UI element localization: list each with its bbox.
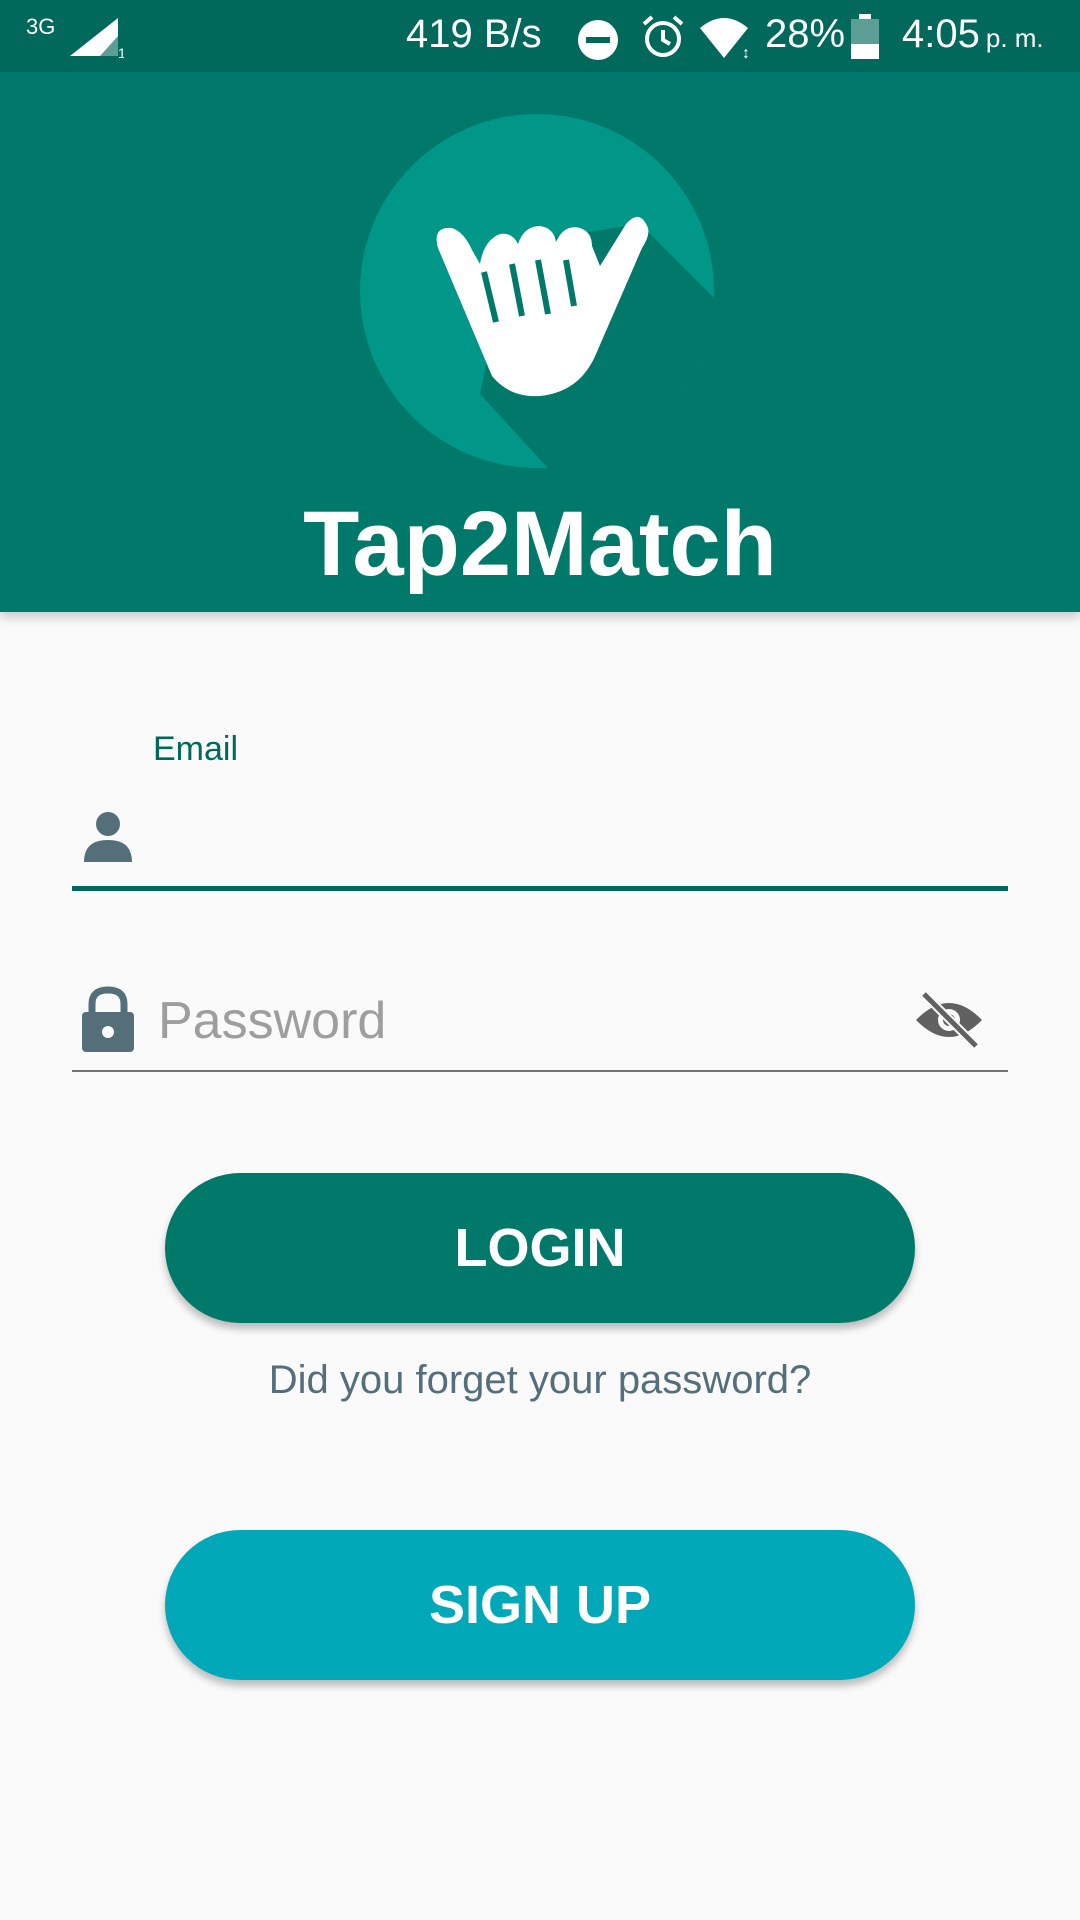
lock-icon — [80, 986, 136, 1059]
login-button[interactable]: LOGIN — [165, 1173, 915, 1323]
alarm-icon — [640, 14, 686, 65]
email-input[interactable] — [150, 800, 994, 882]
battery-icon — [850, 14, 880, 65]
app-title: Tap2Match — [303, 493, 777, 595]
password-input[interactable] — [156, 980, 900, 1062]
clock: 4:05 p. m. — [902, 12, 1044, 57]
battery-percentage: 28% — [765, 12, 846, 56]
status-bar: 3G 1 419 B/s ↕ 28% 4:05 p. m. — [0, 0, 1080, 72]
clock-ampm: p. m. — [985, 23, 1044, 53]
dnd-icon — [576, 18, 620, 67]
network-type: 3G — [26, 14, 56, 39]
app-header: Tap2Match — [0, 72, 1080, 612]
network-speed: 419 B/s — [406, 12, 542, 56]
signup-button[interactable]: SIGN UP — [165, 1530, 915, 1680]
shaka-hand-icon — [360, 114, 720, 479]
password-underline — [72, 1070, 1008, 1072]
forgot-password-link[interactable]: Did you forget your password? — [0, 1358, 1080, 1403]
svg-text:↕: ↕ — [742, 45, 750, 60]
email-label: Email — [153, 730, 239, 768]
wifi-icon: ↕ — [698, 16, 754, 65]
person-icon — [80, 808, 136, 869]
clock-time: 4:05 — [902, 12, 980, 56]
email-underline — [72, 886, 1008, 891]
svg-text:1: 1 — [118, 45, 124, 58]
visibility-off-icon[interactable] — [914, 990, 984, 1055]
signal-icon: 1 — [68, 14, 126, 63]
